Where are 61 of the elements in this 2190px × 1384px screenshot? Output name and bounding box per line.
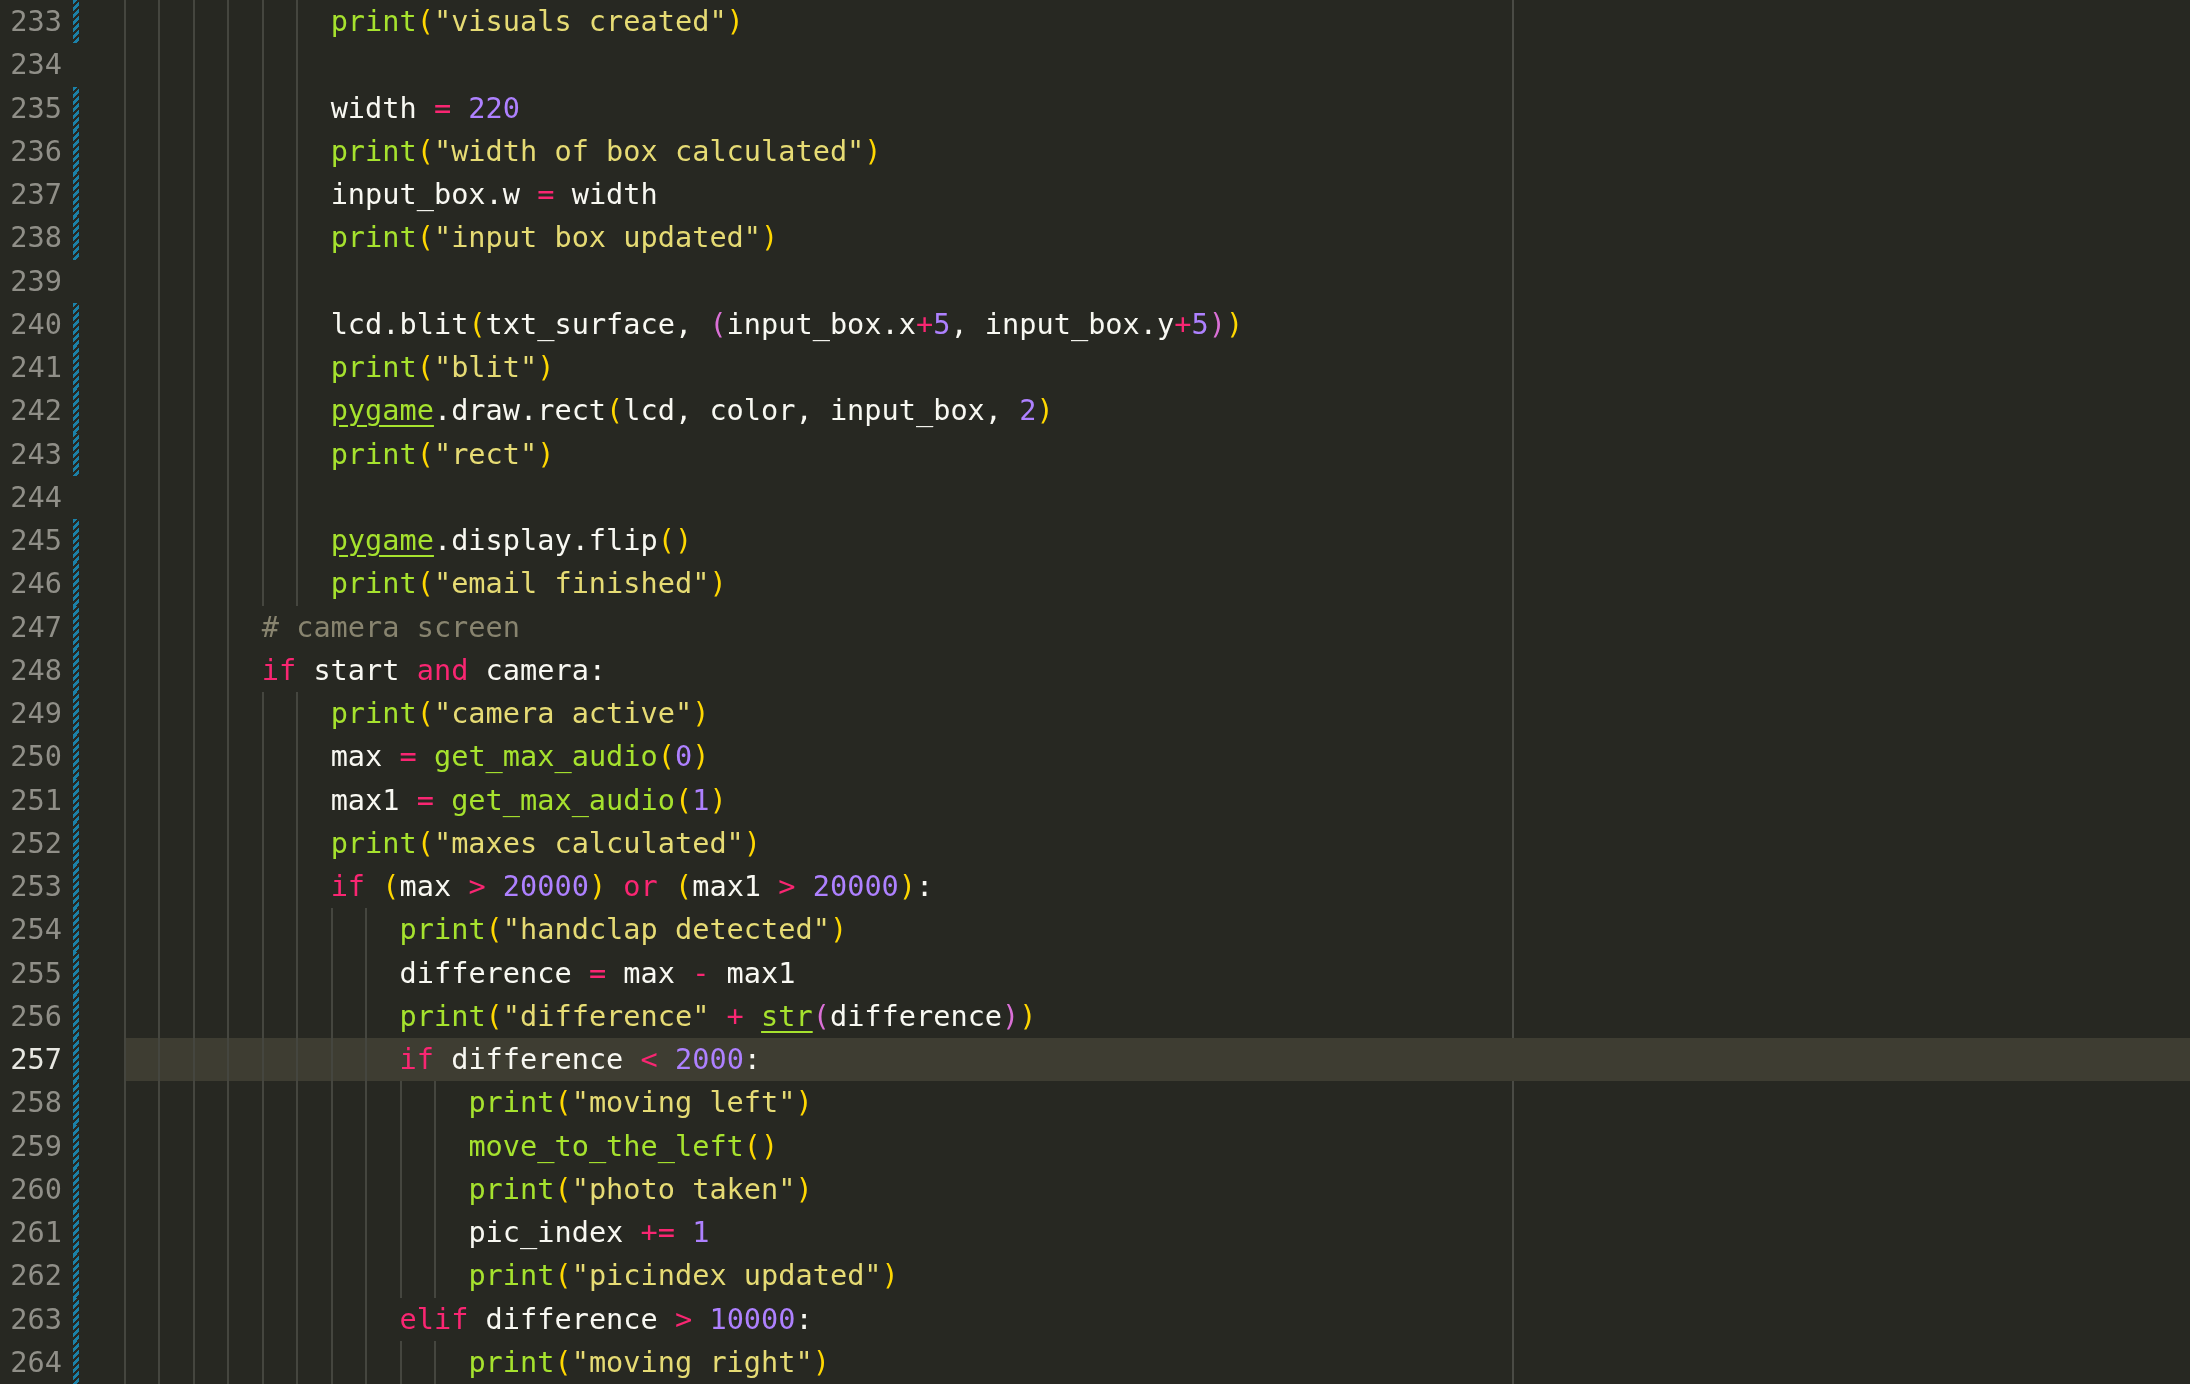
- line-number: 254: [9, 911, 62, 949]
- line-number: 248: [9, 651, 62, 689]
- line-number: 257: [9, 1041, 62, 1078]
- line-number: 256: [9, 997, 62, 1035]
- code-line: input_box.w = width: [330, 176, 658, 213]
- line-number: 249: [9, 695, 62, 732]
- code-line: difference = max - max1: [399, 954, 796, 992]
- code-line: if start and camera:: [261, 651, 607, 689]
- code-line: print("blit"): [330, 349, 555, 386]
- code-line: pygame.display.flip(): [330, 522, 693, 559]
- code-line: # camera screen: [261, 608, 520, 646]
- line-number: 247: [9, 608, 62, 646]
- line-number: 233: [9, 3, 62, 40]
- code-line: print("width of box calculated"): [330, 132, 882, 170]
- line-number: 250: [9, 738, 62, 776]
- line-number: 259: [9, 1127, 62, 1165]
- line-number: 245: [9, 522, 62, 559]
- line-number: 246: [9, 565, 62, 603]
- line-number: 255: [9, 954, 62, 992]
- code-line: pygame.draw.rect(lcd, color, input_box, 2): [330, 392, 1054, 430]
- line-number: 243: [9, 435, 62, 473]
- code-line: print("handclap detected"): [399, 911, 848, 949]
- code-line: width = 220: [330, 89, 521, 127]
- line-number: 240: [9, 305, 62, 343]
- line-number: 251: [9, 781, 62, 819]
- line-number: 253: [9, 868, 62, 905]
- line-number: 262: [9, 1257, 62, 1295]
- code-line: print("visuals created"): [330, 3, 744, 40]
- code-line: print("difference" + str(difference)): [399, 997, 1037, 1035]
- code-line: print("moving right"): [468, 1343, 830, 1381]
- code-line: print("photo taken"): [468, 1170, 813, 1208]
- code-line: print("maxes calculated"): [330, 824, 762, 862]
- line-number: 242: [9, 392, 62, 430]
- code-line: print("moving left"): [468, 1084, 813, 1122]
- code-line: print("picindex updated"): [468, 1257, 899, 1295]
- line-number: 260: [9, 1170, 62, 1208]
- line-number: 235: [9, 89, 62, 127]
- line-number: 238: [9, 219, 62, 257]
- line-number: 237: [9, 176, 62, 213]
- code-line: move_to_the_left(): [468, 1127, 779, 1165]
- code-line: if difference < 2000:: [399, 1041, 762, 1078]
- line-number: 236: [9, 132, 62, 170]
- line-number: 234: [9, 46, 62, 84]
- code-line: max = get_max_audio(0): [330, 738, 710, 776]
- code-line: pic_index += 1: [468, 1214, 710, 1251]
- code-line: elif difference > 10000:: [399, 1300, 813, 1338]
- code-line: print("input box updated"): [330, 219, 779, 257]
- code-line: print("rect"): [330, 435, 555, 473]
- line-number: 263: [9, 1300, 62, 1338]
- line-number: 239: [9, 262, 62, 300]
- code-line: print("camera active"): [330, 695, 710, 732]
- line-number: 244: [9, 478, 62, 516]
- code-line: max1 = get_max_audio(1): [330, 781, 727, 819]
- code-line: print("email finished"): [330, 565, 727, 603]
- line-number: 264: [9, 1343, 62, 1381]
- line-number: 241: [9, 349, 62, 386]
- code-line: if (max > 20000) or (max1 > 20000):: [330, 868, 934, 905]
- line-number: 252: [9, 824, 62, 862]
- code-line: lcd.blit(txt_surface, (input_box.x+5, input_box.y+5)): [330, 305, 1244, 343]
- line-number: 261: [9, 1214, 62, 1251]
- line-number: 258: [9, 1084, 62, 1122]
